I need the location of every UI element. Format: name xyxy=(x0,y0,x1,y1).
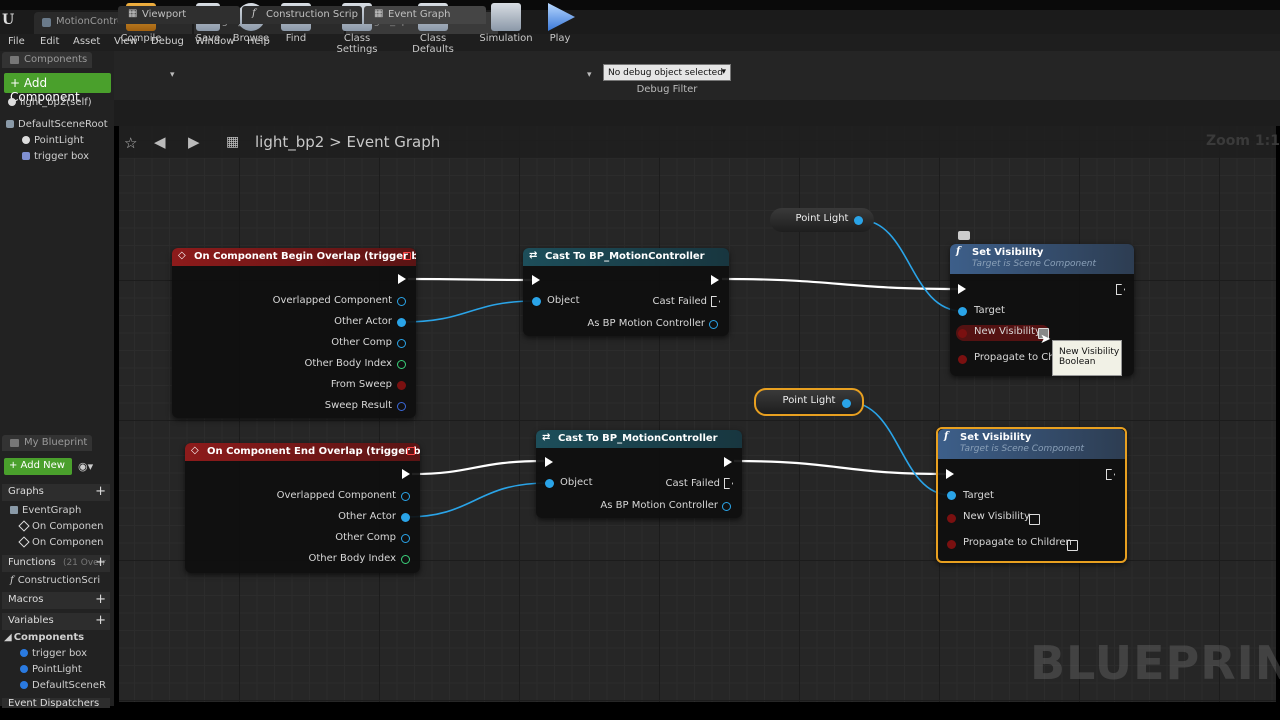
pin-label: New Visibility xyxy=(963,511,1030,522)
node-header[interactable]: ⇄ Cast To BP_MotionController xyxy=(536,430,742,448)
pin-propagate[interactable] xyxy=(958,355,967,364)
pin-other-actor[interactable] xyxy=(401,513,410,522)
propagate-checkbox[interactable] xyxy=(1067,540,1078,551)
pin-label: Target xyxy=(963,490,994,501)
pin-sweep-result[interactable] xyxy=(397,402,406,411)
exec-in-pin[interactable] xyxy=(545,457,553,467)
pin-label: Sweep Result xyxy=(324,400,392,411)
node-subtitle: Target is Scene Component xyxy=(972,259,1097,269)
new-visibility-checkbox[interactable] xyxy=(1029,514,1040,525)
tooltip-type: Boolean xyxy=(1059,357,1096,367)
pin-as-bp-motion-controller[interactable] xyxy=(722,502,731,511)
node-title: On Component End Overlap (trigger box) xyxy=(207,446,420,457)
pin-from-sweep[interactable] xyxy=(397,381,406,390)
pin-other-comp[interactable] xyxy=(397,339,406,348)
mouse-cursor-icon: ➤ xyxy=(1040,332,1051,347)
exec-out-pin[interactable] xyxy=(711,275,719,285)
function-icon: f xyxy=(944,431,949,442)
object-wire xyxy=(401,300,537,323)
pin-object[interactable] xyxy=(532,297,541,306)
pin-label: Target xyxy=(974,305,1005,316)
node-begin-overlap[interactable]: ◇ On Component Begin Overlap (trigger bo… xyxy=(172,248,416,418)
pin-propagate[interactable] xyxy=(947,540,956,549)
object-wire xyxy=(859,219,963,312)
pin-other-body-index[interactable] xyxy=(401,555,410,564)
pin-label: Cast Failed xyxy=(665,478,720,489)
exec-wire xyxy=(721,277,959,291)
pin-object[interactable] xyxy=(545,479,554,488)
exec-in-pin[interactable] xyxy=(958,284,966,294)
pin-label: As BP Motion Controller xyxy=(600,500,718,511)
pin-label: Other Body Index xyxy=(308,553,396,564)
node-header[interactable]: ◇ On Component End Overlap (trigger box) xyxy=(185,443,420,461)
pin-other-body-index[interactable] xyxy=(397,360,406,369)
pin-target[interactable] xyxy=(958,307,967,316)
variable-label: Point Light xyxy=(795,213,849,224)
pin-label: Propagate to Children xyxy=(963,537,1072,548)
pin-other-comp[interactable] xyxy=(401,534,410,543)
node-subtitle: Target is Scene Component xyxy=(960,444,1085,454)
pin-new-visibility[interactable] xyxy=(947,514,956,523)
pin-label: Object xyxy=(560,477,593,488)
pin-point-light-out[interactable] xyxy=(854,216,863,225)
node-header[interactable]: f Set Visibility Target is Scene Compone… xyxy=(950,244,1134,274)
node-header[interactable]: ⇄ Cast To BP_MotionController xyxy=(523,248,729,266)
node-title: Cast To BP_MotionController xyxy=(558,433,718,444)
pin-label: Other Actor xyxy=(338,511,396,522)
cast-arrows-icon: ⇄ xyxy=(542,432,551,443)
node-header[interactable]: ◇ On Component Begin Overlap (trigger bo… xyxy=(172,248,416,266)
pin-other-actor[interactable] xyxy=(397,318,406,327)
pin-new-visibility[interactable] xyxy=(958,329,967,338)
exec-out-pin[interactable] xyxy=(398,274,406,284)
node-title: On Component Begin Overlap (trigger box) xyxy=(194,251,416,262)
node-title: Set Visibility xyxy=(960,432,1032,443)
exec-in-pin[interactable] xyxy=(946,469,954,479)
pin-label: New Visibility xyxy=(974,326,1041,337)
pin-label: Other Comp xyxy=(331,337,392,348)
event-diamond-icon: ◇ xyxy=(178,250,186,261)
exec-in-pin[interactable] xyxy=(532,275,540,285)
pin-label: Cast Failed xyxy=(652,296,707,307)
cast-arrows-icon: ⇄ xyxy=(529,250,538,261)
pin-tooltip: New Visibility Boolean xyxy=(1052,340,1122,376)
object-wire xyxy=(847,401,951,496)
delegate-pin-icon[interactable] xyxy=(403,252,411,260)
exec-wire xyxy=(407,277,533,282)
comment-bubble-icon[interactable] xyxy=(958,231,970,240)
exec-out-pin[interactable] xyxy=(402,469,410,479)
pin-overlapped-component[interactable] xyxy=(401,492,410,501)
function-icon: f xyxy=(956,246,961,257)
node-title: Cast To BP_MotionController xyxy=(545,251,705,262)
pin-label: Propagate to Chi xyxy=(974,352,1052,363)
node-title: Set Visibility xyxy=(972,247,1044,258)
pin-label: As BP Motion Controller xyxy=(587,318,705,329)
exec-wire xyxy=(411,459,545,476)
pin-overlapped-component[interactable] xyxy=(397,297,406,306)
variable-label: Point Light xyxy=(782,395,836,406)
tooltip-title: New Visibility xyxy=(1059,347,1120,357)
exec-out-pin[interactable] xyxy=(724,457,732,467)
pin-label: Overlapped Component xyxy=(272,295,392,306)
event-diamond-icon: ◇ xyxy=(191,445,199,456)
pin-point-light-out[interactable] xyxy=(842,399,851,408)
node-header[interactable]: f Set Visibility Target is Scene Compone… xyxy=(938,429,1125,459)
pin-label: Overlapped Component xyxy=(276,490,396,501)
pin-label: From Sweep xyxy=(330,379,392,390)
pin-as-bp-motion-controller[interactable] xyxy=(709,320,718,329)
object-wire xyxy=(405,482,549,518)
point-light-variable-node[interactable]: Point Light xyxy=(770,208,874,232)
pin-label: Other Body Index xyxy=(304,358,392,369)
point-light-variable-node-selected[interactable]: Point Light xyxy=(754,388,864,416)
delegate-pin-icon[interactable] xyxy=(407,447,415,455)
pin-target[interactable] xyxy=(947,491,956,500)
pin-label: Other Actor xyxy=(334,316,392,327)
pin-label: Object xyxy=(547,295,580,306)
pin-label: Other Comp xyxy=(335,532,396,543)
